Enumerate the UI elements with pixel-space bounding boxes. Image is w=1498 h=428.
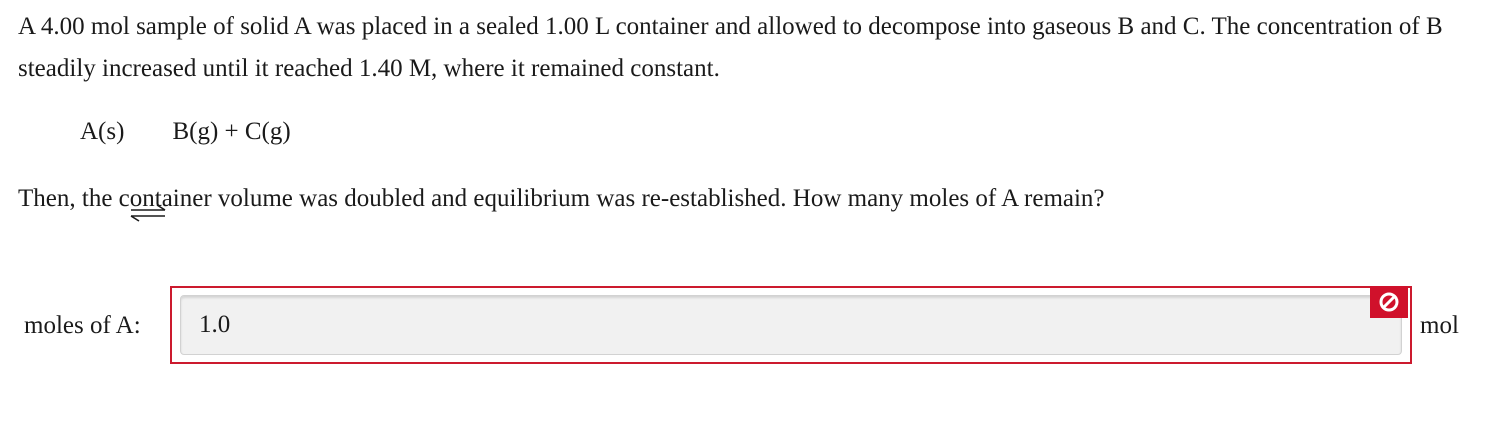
plus-sign: + xyxy=(224,118,239,145)
reaction-equation: A(s) B(g) + C(g) xyxy=(80,112,291,222)
question-text: A 4.00 mol sample of solid A was placed … xyxy=(18,13,1443,82)
answer-field-frame xyxy=(170,286,1412,364)
prohibited-icon xyxy=(1370,286,1408,318)
unit-label: mol xyxy=(1420,312,1459,339)
answer-row: moles of A: mol xyxy=(24,286,1484,368)
product-b: B(g) xyxy=(172,118,219,145)
reactant-a: A(s) xyxy=(80,118,125,145)
answer-input[interactable] xyxy=(180,295,1402,355)
question-prompt: Then, the container volume was doubled a… xyxy=(18,185,1105,212)
product-c: C(g) xyxy=(244,118,291,145)
answer-label: moles of A: xyxy=(24,312,141,339)
equilibrium-arrow-icon xyxy=(128,123,168,222)
